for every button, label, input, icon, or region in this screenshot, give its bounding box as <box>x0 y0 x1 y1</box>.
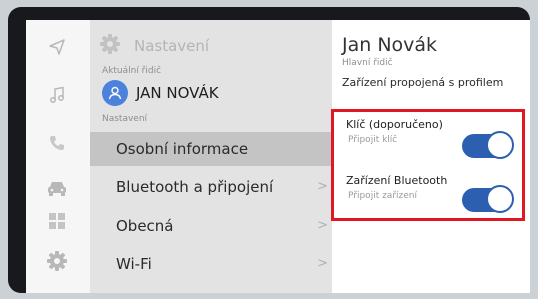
music-icon[interactable] <box>44 82 70 108</box>
key-toggle[interactable] <box>462 131 514 159</box>
devices-note: Zařízení propojená s profilem <box>342 76 504 89</box>
key-option-title: Klíč (doporučeno) <box>346 118 443 131</box>
navigation-icon[interactable] <box>44 34 70 60</box>
settings-title: Nastavení <box>134 37 210 55</box>
chevron-right-icon: > <box>317 256 328 271</box>
toggle-knob <box>486 185 514 213</box>
current-driver[interactable]: JAN NOVÁK <box>102 80 219 106</box>
bluetooth-toggle[interactable] <box>462 185 514 213</box>
settings-icon[interactable] <box>44 248 70 274</box>
menu-item-label: Bluetooth a připojení <box>116 178 274 196</box>
bluetooth-option-subtitle: Připojit zařízení <box>348 191 417 201</box>
nav-rail <box>26 20 90 293</box>
menu-item-personal-info[interactable]: Osobní informace <box>90 132 332 166</box>
chevron-right-icon: > <box>317 179 328 194</box>
chevron-right-icon: > <box>317 218 328 233</box>
key-option-subtitle: Připojit klíč <box>348 135 398 145</box>
avatar <box>102 80 128 106</box>
menu-item-wifi[interactable]: Wi-Fi > <box>90 247 332 281</box>
driver-name: JAN NOVÁK <box>136 84 219 102</box>
menu-item-label: Obecná <box>116 217 174 235</box>
apps-icon[interactable] <box>44 208 70 234</box>
phone-icon[interactable] <box>44 130 70 156</box>
menu-item-label: Osobní informace <box>116 140 249 158</box>
infotainment-screen: Nastavení Aktuální řidič JAN NOVÁK Nasta… <box>26 20 530 293</box>
toggle-knob <box>486 131 514 159</box>
menu-item-label: Wi-Fi <box>116 255 152 273</box>
bluetooth-option-title: Zařízení Bluetooth <box>346 174 448 187</box>
settings-header: Nastavení <box>100 34 209 58</box>
menu-item-bluetooth[interactable]: Bluetooth a připojení > <box>90 170 332 204</box>
settings-menu: Nastavení Aktuální řidič JAN NOVÁK Nasta… <box>90 20 332 293</box>
profile-name: Jan Novák <box>342 34 438 56</box>
user-icon <box>108 86 122 100</box>
menu-item-general[interactable]: Obecná > <box>90 209 332 243</box>
profile-role: Hlavní řidič <box>342 58 393 68</box>
section-label: Nastavení <box>102 114 148 124</box>
car-icon[interactable] <box>44 176 70 202</box>
settings-gear-icon <box>100 34 120 58</box>
linked-devices-highlight: Klíč (doporučeno) Připojit klíč Zařízení… <box>331 109 525 221</box>
current-driver-label: Aktuální řidič <box>102 66 162 76</box>
